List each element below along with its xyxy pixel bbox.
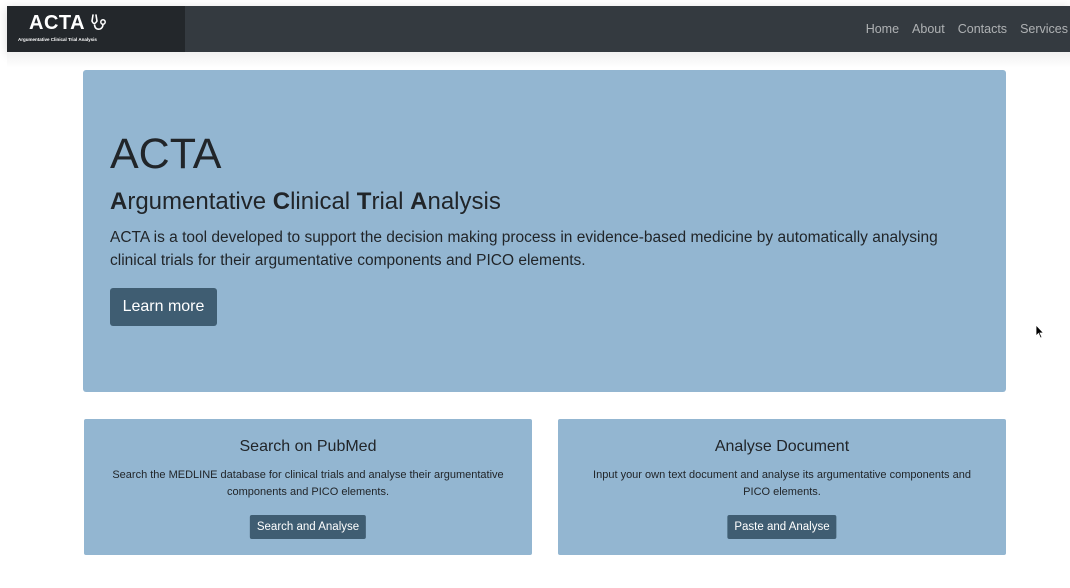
pubmed-card: Search on PubMed Search the MEDLINE data… — [84, 419, 532, 555]
subtitle-part: linical — [290, 188, 357, 215]
card-text: Input your own text document and analyse… — [593, 469, 971, 498]
navbar-shadow — [7, 52, 1070, 68]
subtitle-part: C — [272, 188, 291, 215]
subtitle-part: rgumentative — [127, 188, 273, 215]
nav-link-services[interactable]: Services — [1020, 22, 1068, 36]
subtitle-part: A — [410, 188, 428, 215]
brand-name: ACTA — [29, 12, 86, 34]
stethoscope-icon — [89, 13, 109, 33]
nav-links: Home About Contacts Services — [866, 6, 1070, 52]
analyse-document-card: Analyse Document Input your own text doc… — [558, 419, 1006, 555]
nav-link-home[interactable]: Home — [866, 22, 899, 36]
brand-logo[interactable]: ACTA Argumentative Clinical Trial Analys… — [7, 6, 185, 52]
subtitle-part: T — [356, 188, 372, 215]
learn-more-button[interactable]: Learn more — [110, 288, 217, 326]
nav-link-contacts[interactable]: Contacts — [958, 22, 1007, 36]
nav-link-about[interactable]: About — [912, 22, 945, 36]
brand-tagline: Argumentative Clinical Trial Analysis — [18, 37, 97, 42]
navbar: ACTA Argumentative Clinical Trial Analys… — [7, 6, 1070, 52]
card-title: Analyse Document — [714, 438, 850, 455]
paste-and-analyse-button[interactable]: Paste and Analyse — [727, 515, 837, 539]
card-title: Search on PubMed — [239, 438, 377, 455]
subtitle-part: nalysis — [427, 188, 501, 215]
subtitle-part: rial — [371, 188, 411, 215]
hero-description: ACTA is a tool developed to support the … — [110, 229, 938, 269]
hero-title: ACTA — [110, 130, 222, 178]
card-text: Search the MEDLINE database for clinical… — [112, 469, 504, 498]
mouse-cursor-icon — [1035, 323, 1045, 339]
hero-subtitle: Argumentative Clinical Trial Analysis — [110, 186, 501, 218]
subtitle-part: A — [110, 188, 128, 215]
search-and-analyse-button[interactable]: Search and Analyse — [249, 515, 367, 539]
hero-panel: ACTA Argumentative Clinical Trial Analys… — [83, 70, 1006, 392]
